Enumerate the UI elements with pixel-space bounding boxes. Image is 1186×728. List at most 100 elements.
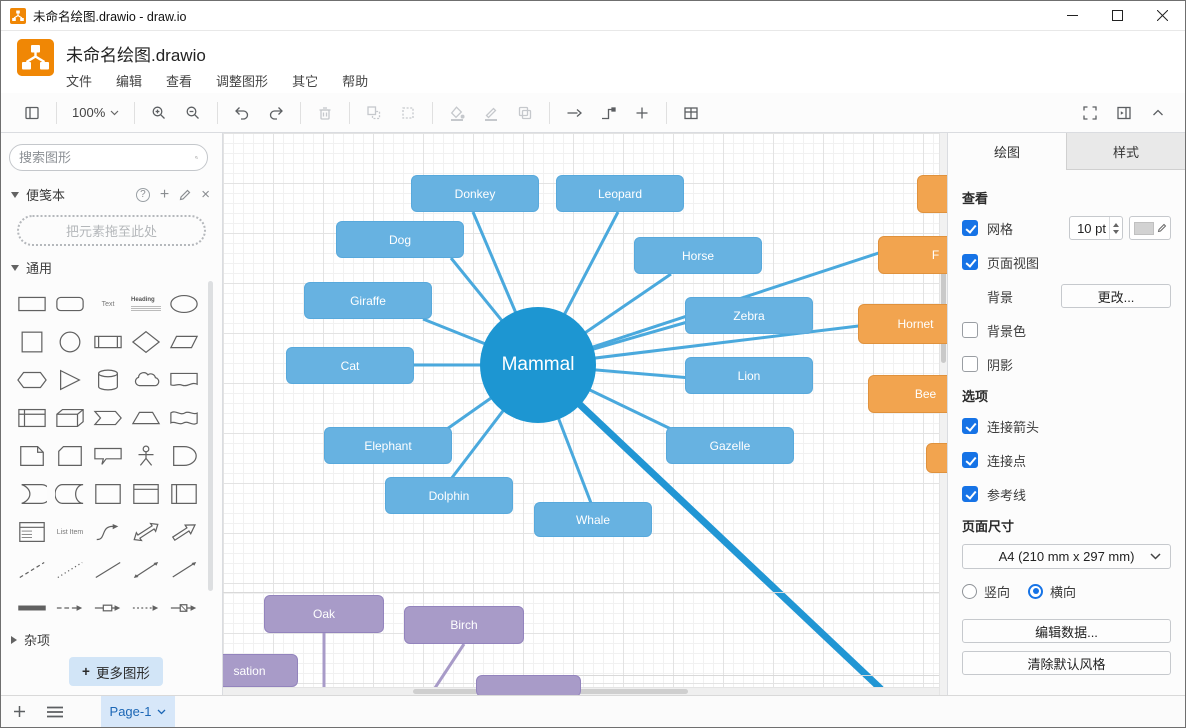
shape-process[interactable] <box>89 323 127 361</box>
add-icon[interactable]: + <box>160 186 169 204</box>
shape-and[interactable] <box>13 475 51 513</box>
shape-text[interactable]: Text <box>89 285 127 323</box>
shape-bidirectional-connector[interactable] <box>127 551 165 589</box>
diagram-node-lion[interactable]: Lion <box>685 357 813 394</box>
shape-labeled-edge[interactable] <box>89 589 127 627</box>
canvas-hscrollbar[interactable] <box>223 687 939 695</box>
pages-menu-button[interactable] <box>37 696 73 727</box>
shape-edge-with-symbol[interactable] <box>165 589 203 627</box>
toggle-format-panel-icon[interactable] <box>1107 99 1141 127</box>
diagram-node[interactable] <box>476 675 581 695</box>
shape-data-storage[interactable] <box>51 475 89 513</box>
redo-icon[interactable] <box>259 99 293 127</box>
shape-tape[interactable] <box>165 399 203 437</box>
portrait-radio[interactable] <box>962 584 977 599</box>
shape-frame[interactable] <box>127 475 165 513</box>
scratchpad-dropzone[interactable]: 把元素拖至此处 <box>17 215 206 246</box>
tab-style[interactable]: 样式 <box>1066 133 1185 170</box>
canvas-vscrollbar[interactable] <box>939 133 947 695</box>
menu-0[interactable]: 文件 <box>66 71 92 90</box>
diagram-node-elephant[interactable]: Elephant <box>324 427 452 464</box>
shape-arrow[interactable] <box>165 513 203 551</box>
grid-size-input[interactable]: 10 pt <box>1069 216 1123 240</box>
diagram-node-giraffe[interactable]: Giraffe <box>304 282 432 319</box>
diagram-node-gazelle[interactable]: Gazelle <box>666 427 794 464</box>
shape-directional-connector[interactable] <box>165 551 203 589</box>
shape-dashed-line[interactable] <box>13 551 51 589</box>
shape-container[interactable] <box>89 475 127 513</box>
background-color-checkbox[interactable] <box>962 322 978 338</box>
toggle-outline-icon[interactable] <box>15 99 49 127</box>
connection-icon[interactable] <box>557 99 591 127</box>
shape-line[interactable] <box>89 551 127 589</box>
menu-1[interactable]: 编辑 <box>116 71 142 90</box>
page-view-checkbox[interactable] <box>962 254 978 270</box>
waypoints-icon[interactable] <box>591 99 625 127</box>
shape-dashed-edge[interactable] <box>51 589 89 627</box>
shape-triangle[interactable] <box>51 361 89 399</box>
shape-step[interactable] <box>89 399 127 437</box>
more-shapes-button[interactable]: + 更多图形 <box>69 657 163 686</box>
close-button[interactable] <box>1140 1 1185 30</box>
diagram-node[interactable] <box>917 175 947 213</box>
shape-trapezoid[interactable] <box>127 399 165 437</box>
diagram-node-sation[interactable]: sation <box>223 654 298 687</box>
connection-arrows-checkbox[interactable] <box>962 418 978 434</box>
diagram-node-hornet[interactable]: Hornet <box>858 304 947 344</box>
shape-hexagon[interactable] <box>13 361 51 399</box>
zoom-level-dropdown[interactable]: 100% <box>64 99 127 127</box>
drawing-canvas[interactable]: F Hornet Bee Oak Birch sation Donkey Leopard Dog… <box>223 133 947 695</box>
landscape-radio[interactable] <box>1028 584 1043 599</box>
zoom-out-icon[interactable] <box>176 99 210 127</box>
diagram-node-mammal-hub[interactable]: Mammal <box>480 307 596 423</box>
diagram-node-f[interactable]: F <box>878 236 947 274</box>
sidebar-scrollbar[interactable] <box>208 281 213 591</box>
spinner-icon[interactable] <box>1109 217 1122 239</box>
shape-heading[interactable]: Heading <box>127 285 165 323</box>
insert-icon[interactable] <box>625 99 659 127</box>
collapse-toolbar-icon[interactable] <box>1141 99 1175 127</box>
shape-search[interactable] <box>9 144 208 171</box>
search-input[interactable] <box>19 150 195 165</box>
shape-ellipse[interactable] <box>165 285 203 323</box>
scratchpad-section-header[interactable]: 便笺本 ? + × <box>1 177 222 208</box>
shape-circle[interactable] <box>51 323 89 361</box>
diagram-node-dolphin[interactable]: Dolphin <box>385 477 513 514</box>
add-page-button[interactable] <box>1 696 37 727</box>
shape-card[interactable] <box>51 437 89 475</box>
diagram-node[interactable] <box>926 443 947 473</box>
shape-callout[interactable] <box>89 437 127 475</box>
diagram-node-donkey[interactable]: Donkey <box>411 175 539 212</box>
shape-link[interactable] <box>13 589 51 627</box>
diagram-node-horse[interactable]: Horse <box>634 237 762 274</box>
edit-icon[interactable] <box>179 189 191 201</box>
menu-3[interactable]: 调整图形 <box>216 71 268 90</box>
help-icon[interactable]: ? <box>136 188 150 202</box>
menu-2[interactable]: 查看 <box>166 71 192 90</box>
shape-list-item[interactable]: List Item <box>51 513 89 551</box>
guides-checkbox[interactable] <box>962 486 978 502</box>
shape-dotted-line[interactable] <box>51 551 89 589</box>
shape-curve[interactable] <box>89 513 127 551</box>
grid-color-button[interactable] <box>1129 216 1171 240</box>
menu-5[interactable]: 帮助 <box>342 71 368 90</box>
shape-internal-storage[interactable] <box>13 399 51 437</box>
misc-section-header[interactable]: 杂项 <box>11 630 50 649</box>
diagram-node-oak[interactable]: Oak <box>264 595 384 633</box>
diagram-node-cat[interactable]: Cat <box>286 347 414 384</box>
shape-bidirectional-arrow[interactable] <box>127 513 165 551</box>
page-tab[interactable]: Page-1 <box>101 696 175 727</box>
shape-diamond[interactable] <box>127 323 165 361</box>
connection-points-checkbox[interactable] <box>962 452 978 468</box>
diagram-node-leopard[interactable]: Leopard <box>556 175 684 212</box>
diagram-node-birch[interactable]: Birch <box>404 606 524 644</box>
change-background-button[interactable]: 更改... <box>1061 284 1171 308</box>
grid-checkbox[interactable] <box>962 220 978 236</box>
shape-cube[interactable] <box>51 399 89 437</box>
minimize-button[interactable] <box>1050 1 1095 30</box>
table-icon[interactable] <box>674 99 708 127</box>
shape-vertical-container[interactable] <box>165 475 203 513</box>
diagram-node-whale[interactable]: Whale <box>534 502 652 537</box>
diagram-node-dog[interactable]: Dog <box>336 221 464 258</box>
diagram-node-bee[interactable]: Bee <box>868 375 947 413</box>
